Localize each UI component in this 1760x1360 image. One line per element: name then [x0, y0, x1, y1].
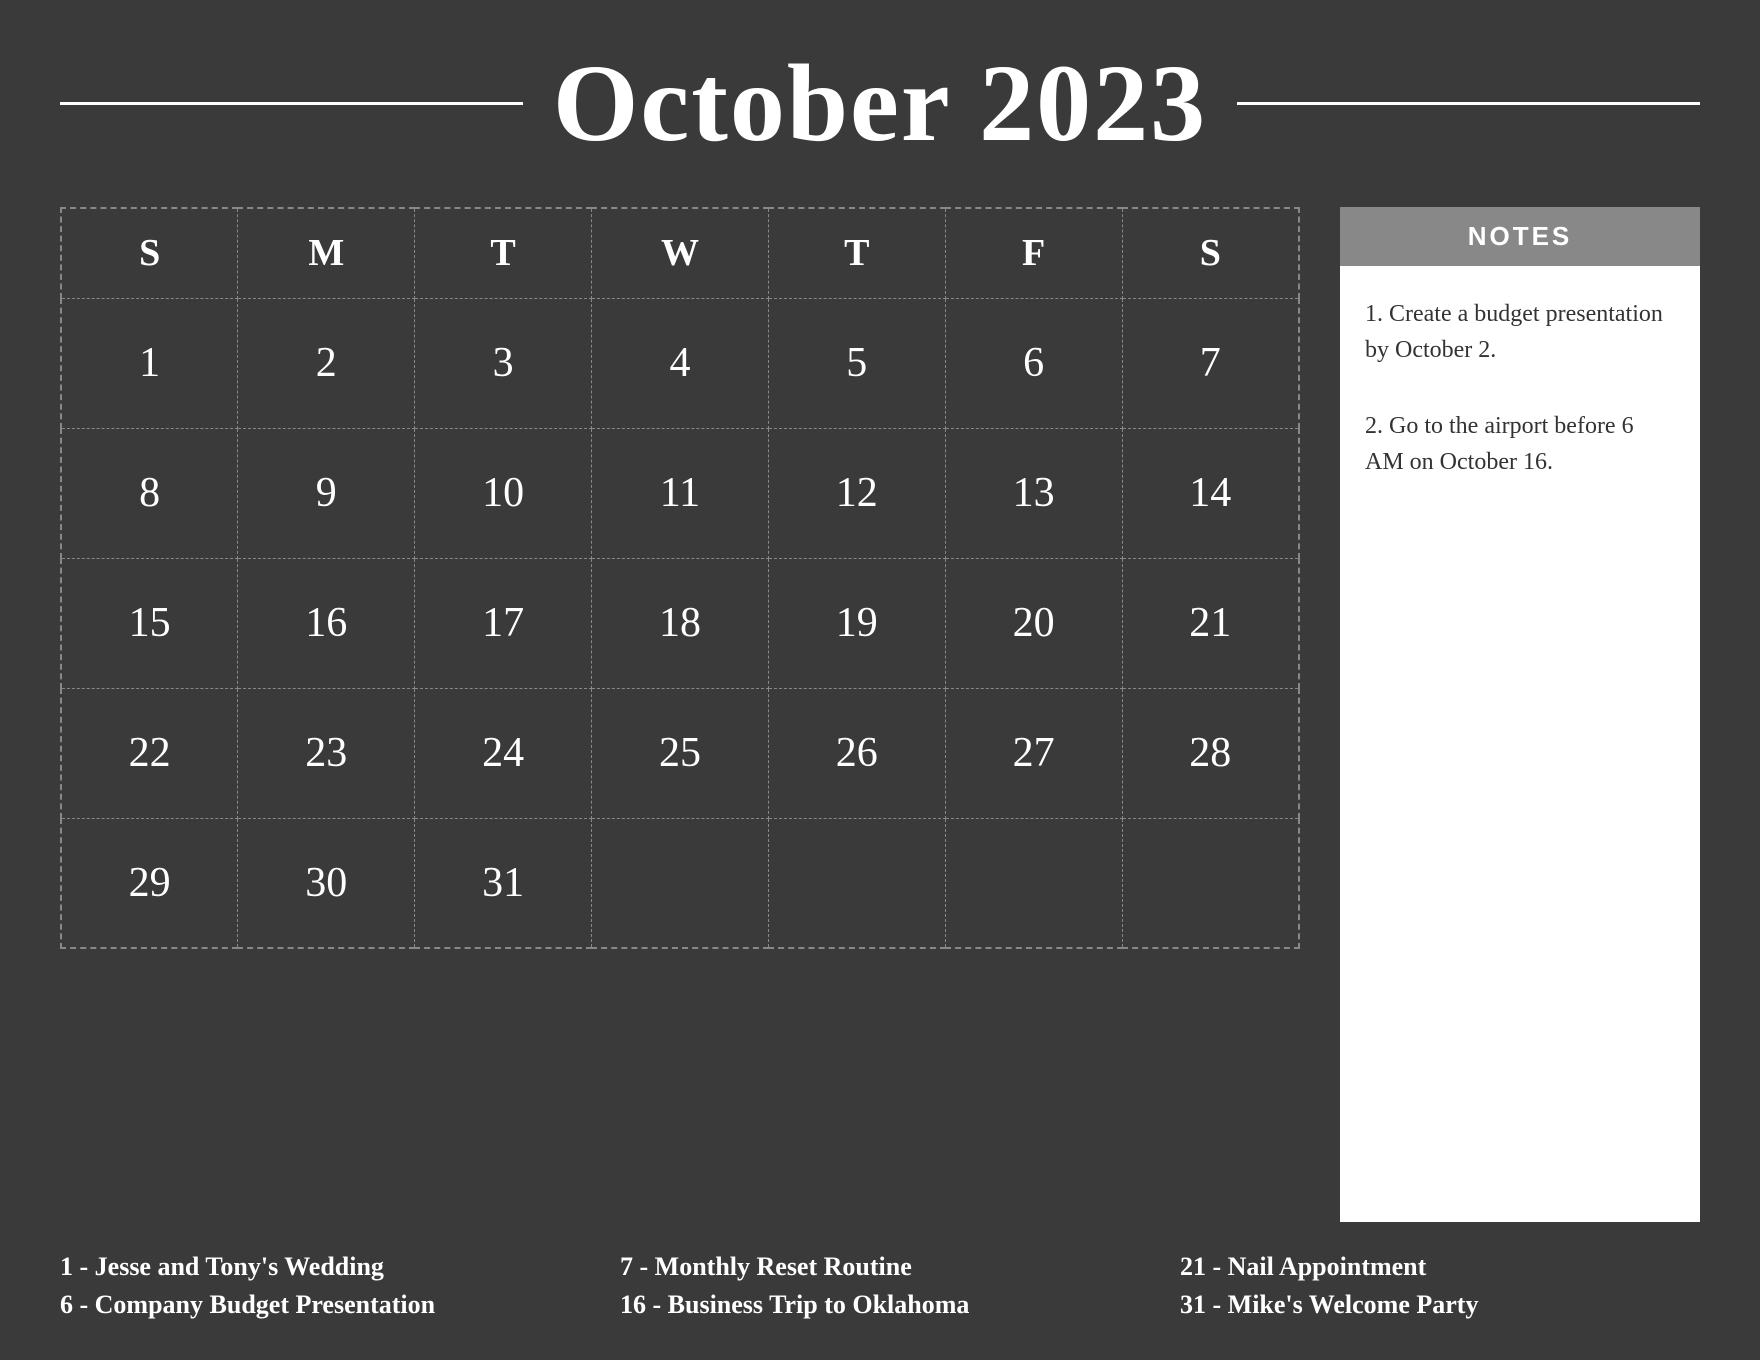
day-2: 2: [238, 298, 415, 428]
day-header-wed: W: [592, 208, 769, 298]
notes-header: NOTES: [1340, 207, 1700, 266]
day-6: 6: [945, 298, 1122, 428]
empty-2: [768, 818, 945, 948]
day-3: 3: [415, 298, 592, 428]
day-header-fri: F: [945, 208, 1122, 298]
day-header-mon: M: [238, 208, 415, 298]
day-4: 4: [592, 298, 769, 428]
day-header-thu: T: [768, 208, 945, 298]
header: October 2023: [60, 40, 1700, 167]
event-31: 31 - Mike's Welcome Party: [1180, 1290, 1700, 1320]
day-18: 18: [592, 558, 769, 688]
calendar-body: 1 2 3 4 5 6 7 8 9 10 11 12: [61, 298, 1299, 948]
calendar-week-3: 15 16 17 18 19 20 21: [61, 558, 1299, 688]
day-header-sat: S: [1122, 208, 1299, 298]
event-1: 1 - Jesse and Tony's Wedding: [60, 1252, 580, 1282]
notes-item-1: 1. Create a budget presentation by Octob…: [1365, 296, 1675, 368]
calendar-week-2: 8 9 10 11 12 13 14: [61, 428, 1299, 558]
day-16: 16: [238, 558, 415, 688]
empty-4: [1122, 818, 1299, 948]
calendar-grid: S M T W T F S 1 2 3 4: [60, 207, 1300, 949]
day-12: 12: [768, 428, 945, 558]
calendar-section: S M T W T F S 1 2 3 4: [60, 207, 1300, 1222]
day-25: 25: [592, 688, 769, 818]
day-header-tue: T: [415, 208, 592, 298]
day-20: 20: [945, 558, 1122, 688]
day-7: 7: [1122, 298, 1299, 428]
day-14: 14: [1122, 428, 1299, 558]
events-footer: 1 - Jesse and Tony's Wedding 7 - Monthly…: [60, 1252, 1700, 1320]
day-17: 17: [415, 558, 592, 688]
day-24: 24: [415, 688, 592, 818]
event-16: 16 - Business Trip to Oklahoma: [620, 1290, 1140, 1320]
day-28: 28: [1122, 688, 1299, 818]
day-13: 13: [945, 428, 1122, 558]
event-6: 6 - Company Budget Presentation: [60, 1290, 580, 1320]
header-line-left: [60, 102, 523, 105]
notes-section: NOTES 1. Create a budget presentation by…: [1340, 207, 1700, 1222]
calendar-header-row: S M T W T F S: [61, 208, 1299, 298]
day-30: 30: [238, 818, 415, 948]
day-21: 21: [1122, 558, 1299, 688]
header-line-right: [1237, 102, 1700, 105]
notes-item-2: 2. Go to the airport before 6 AM on Octo…: [1365, 408, 1675, 480]
day-9: 9: [238, 428, 415, 558]
main-content: S M T W T F S 1 2 3 4: [60, 207, 1700, 1222]
day-26: 26: [768, 688, 945, 818]
calendar-week-4: 22 23 24 25 26 27 28: [61, 688, 1299, 818]
event-21: 21 - Nail Appointment: [1180, 1252, 1700, 1282]
page-title: October 2023: [553, 40, 1207, 167]
day-8: 8: [61, 428, 238, 558]
day-10: 10: [415, 428, 592, 558]
day-5: 5: [768, 298, 945, 428]
day-29: 29: [61, 818, 238, 948]
calendar-week-5: 29 30 31: [61, 818, 1299, 948]
calendar-week-1: 1 2 3 4 5 6 7: [61, 298, 1299, 428]
day-23: 23: [238, 688, 415, 818]
event-7: 7 - Monthly Reset Routine: [620, 1252, 1140, 1282]
empty-1: [592, 818, 769, 948]
notes-body: 1. Create a budget presentation by Octob…: [1340, 266, 1700, 1222]
day-27: 27: [945, 688, 1122, 818]
day-31: 31: [415, 818, 592, 948]
page-container: October 2023 S M T W T F S: [0, 0, 1760, 1360]
day-22: 22: [61, 688, 238, 818]
day-19: 19: [768, 558, 945, 688]
day-header-sun: S: [61, 208, 238, 298]
day-11: 11: [592, 428, 769, 558]
empty-3: [945, 818, 1122, 948]
day-15: 15: [61, 558, 238, 688]
day-1: 1: [61, 298, 238, 428]
